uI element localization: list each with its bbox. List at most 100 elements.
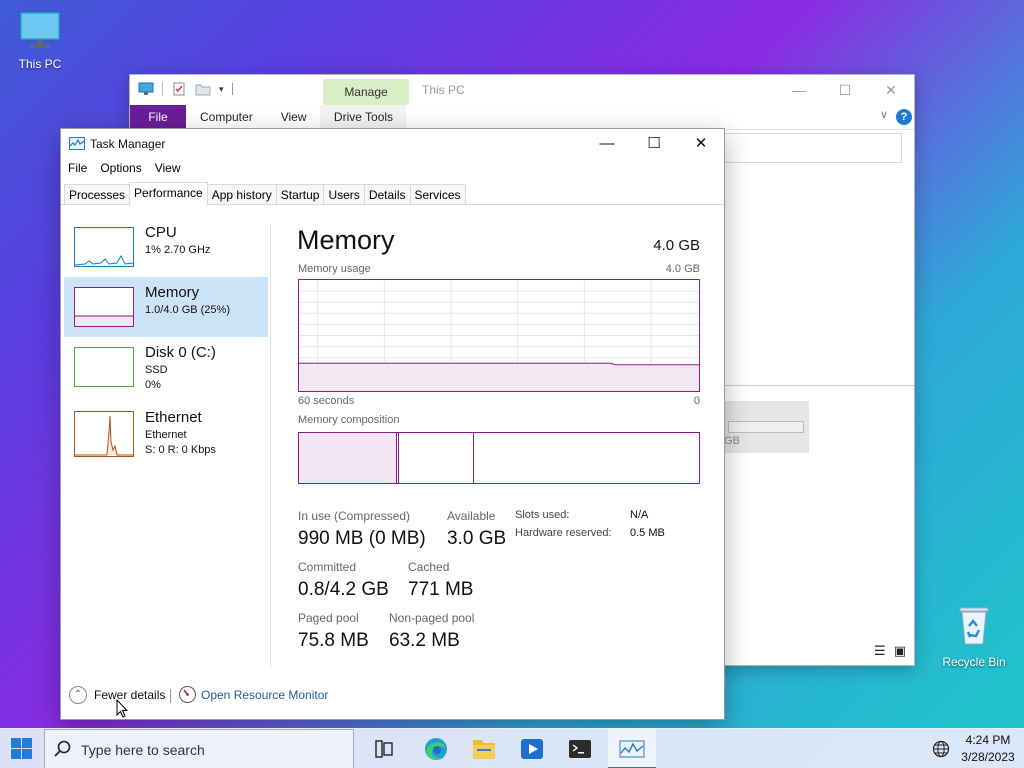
- tab-users[interactable]: Users: [323, 184, 365, 205]
- slots-used-value: N/A: [630, 509, 649, 521]
- manage-context-tab[interactable]: Manage: [323, 79, 409, 105]
- performance-panel: CPU 1% 2.70 GHz Memory 1.0/4.0 GB (25%) …: [61, 205, 724, 667]
- tab-performance[interactable]: Performance: [129, 182, 208, 205]
- task-manager-titlebar[interactable]: Task Manager — ☐ ✕: [61, 129, 724, 159]
- time-axis-label: 60 seconds: [298, 395, 355, 407]
- file-explorer-button[interactable]: [460, 729, 508, 768]
- memory-total: 4.0 GB: [653, 237, 700, 254]
- usage-chart-label: Memory usage: [298, 263, 371, 275]
- ribbon-tab-file[interactable]: File: [130, 105, 186, 129]
- explorer-close-button[interactable]: ✕: [868, 79, 914, 101]
- explorer-minimize-button[interactable]: —: [776, 79, 822, 101]
- non-paged-pool-value: 63.2 MB: [389, 630, 460, 651]
- task-view-button[interactable]: [360, 729, 408, 768]
- menu-file[interactable]: File: [67, 161, 95, 175]
- edge-button[interactable]: [412, 729, 460, 768]
- explorer-titlebar[interactable]: ▾ Manage This PC — ☐ ✕: [130, 75, 914, 105]
- memory-usage-svg: [299, 280, 699, 391]
- new-folder-icon[interactable]: [195, 82, 211, 96]
- available-label: Available: [447, 509, 496, 523]
- help-icon[interactable]: ?: [896, 109, 912, 125]
- usage-area: [299, 363, 699, 391]
- explorer-maximize-button[interactable]: ☐: [822, 79, 868, 101]
- task-manager-title: Task Manager: [90, 137, 166, 151]
- sidebar-item-name: Ethernet: [145, 409, 202, 426]
- footer-divider: [170, 689, 171, 703]
- tab-services[interactable]: Services: [409, 184, 466, 205]
- start-button[interactable]: [0, 729, 44, 768]
- clock-date[interactable]: 3/28/2023: [960, 750, 1016, 764]
- task-manager-window[interactable]: Task Manager — ☐ ✕ File Options View Pro…: [60, 128, 725, 720]
- globe-icon[interactable]: [932, 740, 950, 758]
- search-icon: [54, 740, 71, 757]
- customize-qat-icon[interactable]: ▾: [219, 84, 224, 95]
- properties-icon[interactable]: [171, 82, 187, 96]
- tab-app-history[interactable]: App history: [206, 184, 277, 205]
- composition-chart-label: Memory composition: [298, 414, 400, 426]
- sidebar-item-memory[interactable]: Memory 1.0/4.0 GB (25%): [64, 277, 268, 337]
- cached-label: Cached: [408, 560, 450, 574]
- edge-icon: [425, 738, 447, 760]
- terminal-button[interactable]: [556, 729, 604, 768]
- sidebar-item-cpu[interactable]: CPU 1% 2.70 GHz: [64, 217, 268, 277]
- sidebar-divider: [270, 225, 271, 667]
- in-use-value: 990 MB (0 MB): [298, 528, 426, 549]
- ribbon-tab-view[interactable]: View: [267, 105, 321, 129]
- desktop-icon-label: This PC: [18, 57, 62, 71]
- tm-maximize-button[interactable]: ☐: [631, 129, 677, 159]
- composition-standby[interactable]: [399, 433, 475, 483]
- tab-startup[interactable]: Startup: [275, 184, 325, 205]
- sidebar-item-name: Memory: [145, 284, 200, 301]
- in-use-label: In use (Compressed): [298, 509, 411, 523]
- task-manager-app-icon: [69, 137, 85, 150]
- tab-processes[interactable]: Processes: [64, 184, 131, 205]
- non-paged-pool-label: Non-paged pool: [389, 611, 475, 625]
- open-resource-monitor-link[interactable]: Open Resource Monitor: [201, 688, 328, 702]
- usage-chart-max: 4.0 GB: [665, 263, 700, 275]
- fewer-details-link[interactable]: Fewer details: [94, 688, 165, 702]
- menu-bar: File Options View: [67, 161, 193, 175]
- desktop-icon-recycle-bin[interactable]: Recycle Bin: [936, 604, 1012, 669]
- taskbar-search-box[interactable]: Type here to search: [44, 729, 354, 768]
- details-view-icon[interactable]: ☰: [874, 643, 886, 659]
- task-manager-icon: [619, 740, 645, 758]
- explorer-ribbon-tabs: File Computer View Drive Tools: [130, 105, 914, 129]
- composition-in-use[interactable]: [299, 433, 397, 483]
- cached-value: 771 MB: [408, 579, 474, 600]
- tab-details[interactable]: Details: [363, 184, 411, 205]
- menu-view[interactable]: View: [154, 161, 189, 175]
- hardware-reserved-label: Hardware reserved:: [515, 527, 612, 539]
- search-placeholder: Type here to search: [81, 742, 205, 758]
- mouse-cursor-icon: [116, 699, 128, 718]
- sidebar-item-detail: SSD: [145, 364, 168, 376]
- memory-thumbnail-graph: [74, 287, 134, 327]
- tm-minimize-button[interactable]: —: [584, 129, 630, 159]
- chevron-up-icon[interactable]: ⌃: [69, 686, 87, 704]
- qat-divider: [162, 82, 163, 96]
- task-manager-footer: ⌃ Fewer details Open Resource Monitor: [61, 683, 724, 715]
- explorer-search-box[interactable]: [722, 133, 902, 163]
- desktop-icon-this-pc[interactable]: This PC: [2, 10, 78, 71]
- sidebar-item-ethernet[interactable]: Ethernet Ethernet S: 0 R: 0 Kbps: [64, 403, 268, 463]
- menu-options[interactable]: Options: [99, 161, 149, 175]
- drive-usage-bar: [728, 421, 804, 433]
- expand-ribbon-icon[interactable]: ∨: [880, 108, 888, 121]
- sidebar-item-disk[interactable]: Disk 0 (C:) SSD 0%: [64, 337, 268, 397]
- task-manager-taskbar-button[interactable]: [608, 729, 656, 768]
- sidebar-item-name: Disk 0 (C:): [145, 344, 216, 361]
- clock-time[interactable]: 4:24 PM: [960, 733, 1016, 747]
- memory-composition-bar: [298, 432, 700, 484]
- time-axis-end: 0: [693, 395, 700, 407]
- recycle-bin-icon: [959, 607, 989, 645]
- composition-free[interactable]: [474, 433, 699, 483]
- large-icons-view-icon[interactable]: ▣: [894, 643, 906, 659]
- sidebar-item-detail-2: S: 0 R: 0 Kbps: [145, 444, 216, 456]
- resource-monitor-icon[interactable]: [179, 686, 196, 703]
- committed-value: 0.8/4.2 GB: [298, 579, 389, 600]
- tm-close-button[interactable]: ✕: [678, 129, 724, 159]
- terminal-icon: [569, 740, 591, 758]
- ribbon-tab-computer[interactable]: Computer: [186, 105, 267, 129]
- ribbon-tab-drive-tools[interactable]: Drive Tools: [320, 105, 407, 129]
- media-player-button[interactable]: [508, 729, 556, 768]
- paged-pool-label: Paged pool: [298, 611, 359, 625]
